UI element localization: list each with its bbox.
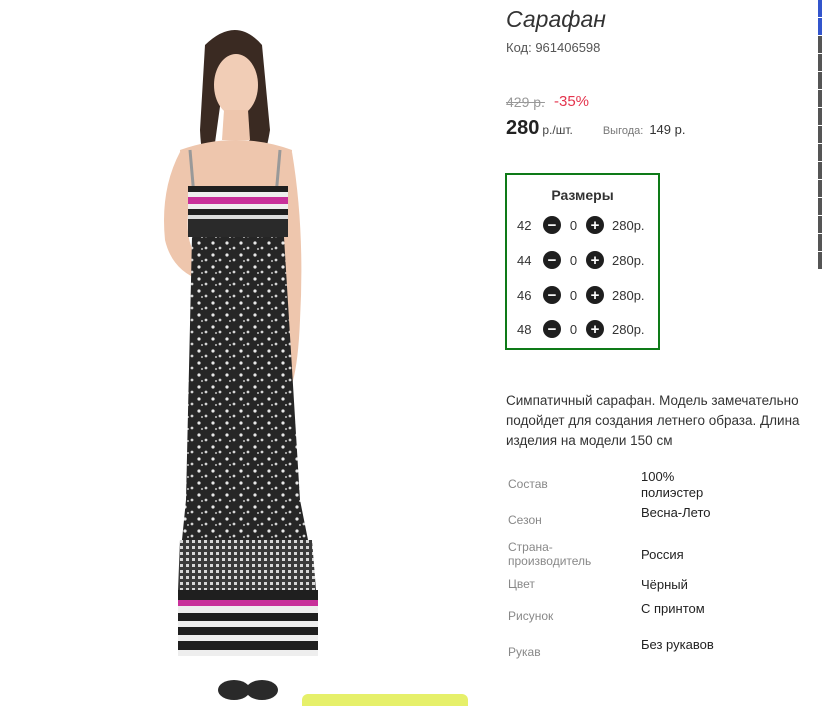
minus-circle-icon[interactable]: − (543, 251, 561, 269)
prop-value-composition: 100% полиэстер (641, 469, 704, 500)
quantity-value[interactable]: 0 (561, 218, 586, 233)
price-unit: р./шт. (542, 123, 573, 137)
price-row: 280 р./шт. Выгода: 149 р. (506, 117, 685, 140)
plus-circle-icon[interactable]: + (586, 216, 604, 234)
prop-label-country: Страна-производитель (508, 540, 592, 568)
current-price: 280 (506, 117, 540, 139)
size-row: 44 − 0 + 280р. (517, 250, 645, 270)
prop-label-composition: Состав (508, 477, 548, 491)
prop-label-season: Сезон (508, 513, 542, 527)
size-row: 46 − 0 + 280р. (517, 285, 645, 305)
sizes-panel: Размеры 42 − 0 + 280р. 44 − 0 + 280р. 46… (505, 173, 660, 350)
product-code: Код: 961406598 (506, 40, 601, 55)
size-price: 280р. (612, 321, 645, 337)
old-price: 429 р. (506, 94, 545, 110)
quantity-value[interactable]: 0 (561, 253, 586, 268)
prop-value-color: Чёрный (641, 577, 688, 592)
plus-circle-icon[interactable]: + (586, 251, 604, 269)
savings-label: Выгода: (602, 125, 644, 137)
clipped-sidebar (818, 0, 822, 280)
prop-label-color: Цвет (508, 577, 535, 591)
prop-value-country: Россия (641, 547, 684, 562)
prop-value-season: Весна-Лето (641, 505, 711, 520)
quantity-value[interactable]: 0 (561, 322, 586, 337)
plus-circle-icon[interactable]: + (586, 320, 604, 338)
product-title: Сарафан (506, 6, 606, 32)
minus-circle-icon[interactable]: − (543, 216, 561, 234)
prop-label-sleeve: Рукав (508, 645, 541, 659)
size-price: 280р. (612, 287, 645, 303)
size-row: 48 − 0 + 280р. (517, 319, 645, 339)
quantity-value[interactable]: 0 (561, 288, 586, 303)
size-label: 48 (517, 321, 532, 337)
prop-value-pattern: С принтом (641, 601, 705, 616)
prop-value-sleeve: Без рукавов (641, 637, 714, 652)
sizes-title: Размеры (551, 187, 614, 203)
prop-label-pattern: Рисунок (508, 609, 554, 623)
size-label: 44 (517, 252, 532, 268)
product-photo[interactable] (0, 0, 487, 700)
minus-circle-icon[interactable]: − (543, 320, 561, 338)
product-description: Симпатичный сарафан. Модель замечательно… (506, 393, 800, 448)
add-to-cart-button[interactable] (302, 694, 468, 706)
size-row: 42 − 0 + 280р. (517, 215, 645, 235)
size-label: 42 (517, 217, 532, 233)
discount-badge: -35% (554, 93, 590, 110)
size-label: 46 (517, 287, 532, 303)
savings-value: 149 р. (649, 122, 686, 137)
size-price: 280р. (612, 252, 645, 268)
minus-circle-icon[interactable]: − (543, 286, 561, 304)
plus-circle-icon[interactable]: + (586, 286, 604, 304)
size-price: 280р. (612, 217, 645, 233)
